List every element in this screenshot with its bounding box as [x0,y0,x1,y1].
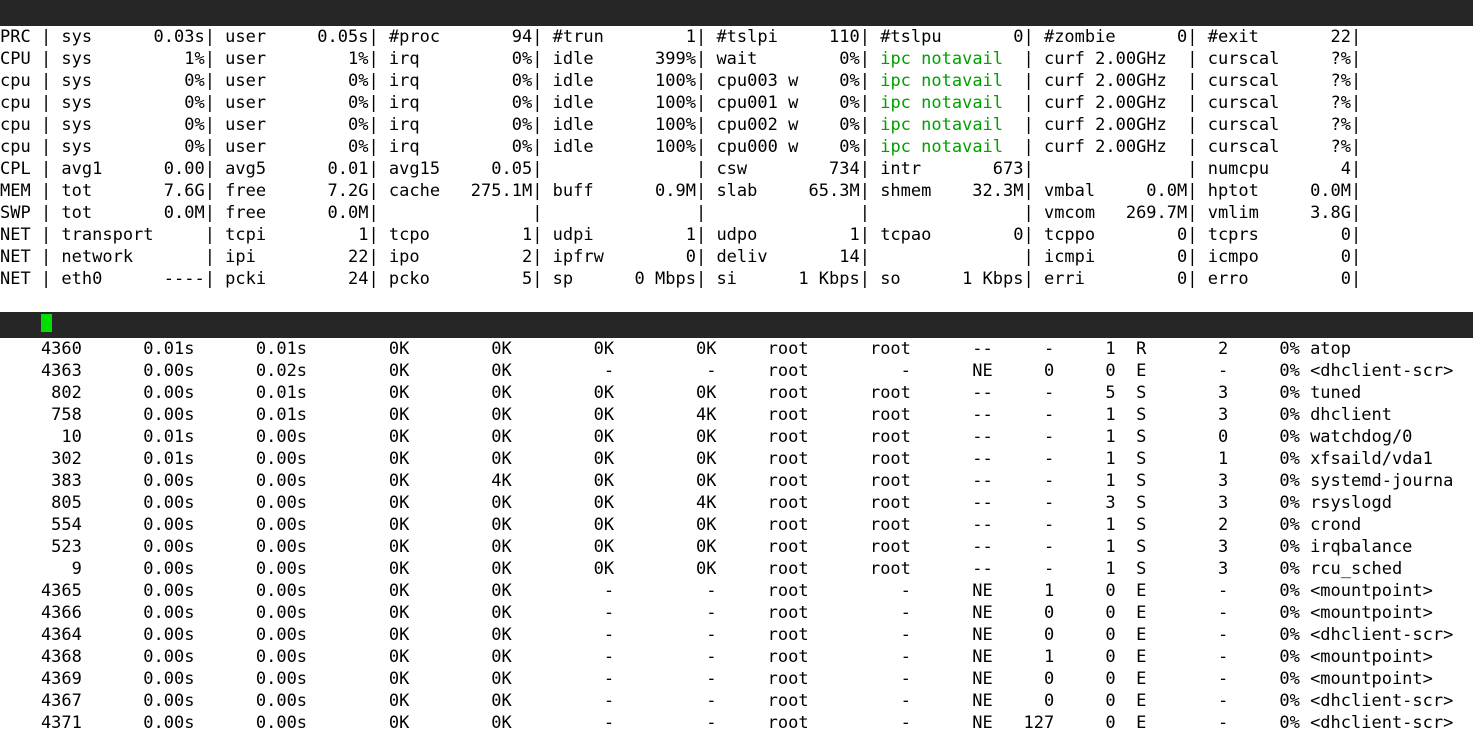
table-row[interactable]: 758 0.00s 0.01s 0K 0K 0K 4K root root --… [0,404,1473,426]
sysstat-row-net-10[interactable]: NET | network | ipi 22| ipo 2| ipfrw 0| … [0,246,1473,268]
table-row[interactable]: 10 0.01s 0.00s 0K 0K 0K 0K root root -- … [0,426,1473,448]
sysstat-row-swp-8[interactable]: SWP | tot 0.0M| free 0.0M| | | | | vmcom… [0,202,1473,224]
ipc-notavail-label: ipc notavail [870,137,1024,157]
sysstat-row-cpu-2[interactable]: cpu | sys 0%| user 0%| irq 0%| idle 100%… [0,70,1473,92]
table-row[interactable]: 4371 0.00s 0.00s 0K 0K - - root - NE 127… [0,712,1473,734]
atop-terminal-screen: ATOP - wp-test 2020/08/05 02:06:10 - - -… [0,0,1473,729]
table-row[interactable]: 4369 0.00s 0.00s 0K 0K - - root - NE 0 0… [0,668,1473,690]
ipc-notavail-label: ipc notavail [870,49,1024,69]
table-row[interactable]: 4366 0.00s 0.00s 0K 0K - - root - NE 0 0… [0,602,1473,624]
sysstat-row-net-11[interactable]: NET | eth0 ----| pcki 24| pcko 5| sp 0 M… [0,268,1473,290]
process-table-body: 4360 0.01s 0.01s 0K 0K 0K 0K root root -… [0,338,1473,734]
table-row[interactable]: 4364 0.00s 0.00s 0K 0K - - root - NE 0 0… [0,624,1473,646]
ipc-notavail-label: ipc notavail [870,93,1024,113]
sysstat-row-cpu-3[interactable]: cpu | sys 0%| user 0%| irq 0%| idle 100%… [0,92,1473,114]
table-row[interactable]: 523 0.00s 0.00s 0K 0K 0K 0K root root --… [0,536,1473,558]
title-bar: ATOP - wp-test 2020/08/05 02:06:10 - - -… [0,0,1473,26]
table-row[interactable]: 9 0.00s 0.00s 0K 0K 0K 0K root root -- -… [0,558,1473,580]
table-row[interactable]: 805 0.00s 0.00s 0K 0K 0K 4K root root --… [0,492,1473,514]
ipc-notavail-label: ipc notavail [870,115,1024,135]
sysstat-row-cpu-4[interactable]: cpu | sys 0%| user 0%| irq 0%| idle 100%… [0,114,1473,136]
sysstat-row-cpu-1[interactable]: CPU | sys 1%| user 1%| irq 0%| idle 399%… [0,48,1473,70]
terminal-cursor-line [0,290,1473,312]
system-stats-block: PRC | sys 0.03s| user 0.05s| #proc 94| #… [0,26,1473,290]
table-row[interactable]: 302 0.01s 0.00s 0K 0K 0K 0K root root --… [0,448,1473,470]
sysstat-row-prc-0[interactable]: PRC | sys 0.03s| user 0.05s| #proc 94| #… [0,26,1473,48]
table-row[interactable]: 4365 0.00s 0.00s 0K 0K - - root - NE 1 0… [0,580,1473,602]
table-row[interactable]: 4367 0.00s 0.00s 0K 0K - - root - NE 0 0… [0,690,1473,712]
ipc-notavail-label: ipc notavail [870,71,1024,91]
sysstat-row-cpu-5[interactable]: cpu | sys 0%| user 0%| irq 0%| idle 100%… [0,136,1473,158]
sysstat-row-mem-7[interactable]: MEM | tot 7.6G| free 7.2G| cache 275.1M|… [0,180,1473,202]
process-table-header[interactable]: PID SYSCPU USRCPU VGROW RGROW RDDSK WRDS… [0,312,1473,338]
table-row[interactable]: 4363 0.00s 0.02s 0K 0K - - root - NE 0 0… [0,360,1473,382]
table-row[interactable]: 554 0.00s 0.00s 0K 0K 0K 0K root root --… [0,514,1473,536]
table-row[interactable]: 802 0.00s 0.01s 0K 0K 0K 0K root root --… [0,382,1473,404]
table-row[interactable]: 383 0.00s 0.00s 0K 4K 0K 0K root root --… [0,470,1473,492]
table-row[interactable]: 4368 0.00s 0.00s 0K 0K - - root - NE 1 0… [0,646,1473,668]
table-row[interactable]: 4360 0.01s 0.01s 0K 0K 0K 0K root root -… [0,338,1473,360]
sysstat-row-net-9[interactable]: NET | transport | tcpi 1| tcpo 1| udpi 1… [0,224,1473,246]
cursor-block-icon [41,314,52,332]
sysstat-row-cpl-6[interactable]: CPL | avg1 0.00| avg5 0.01| avg15 0.05| … [0,158,1473,180]
